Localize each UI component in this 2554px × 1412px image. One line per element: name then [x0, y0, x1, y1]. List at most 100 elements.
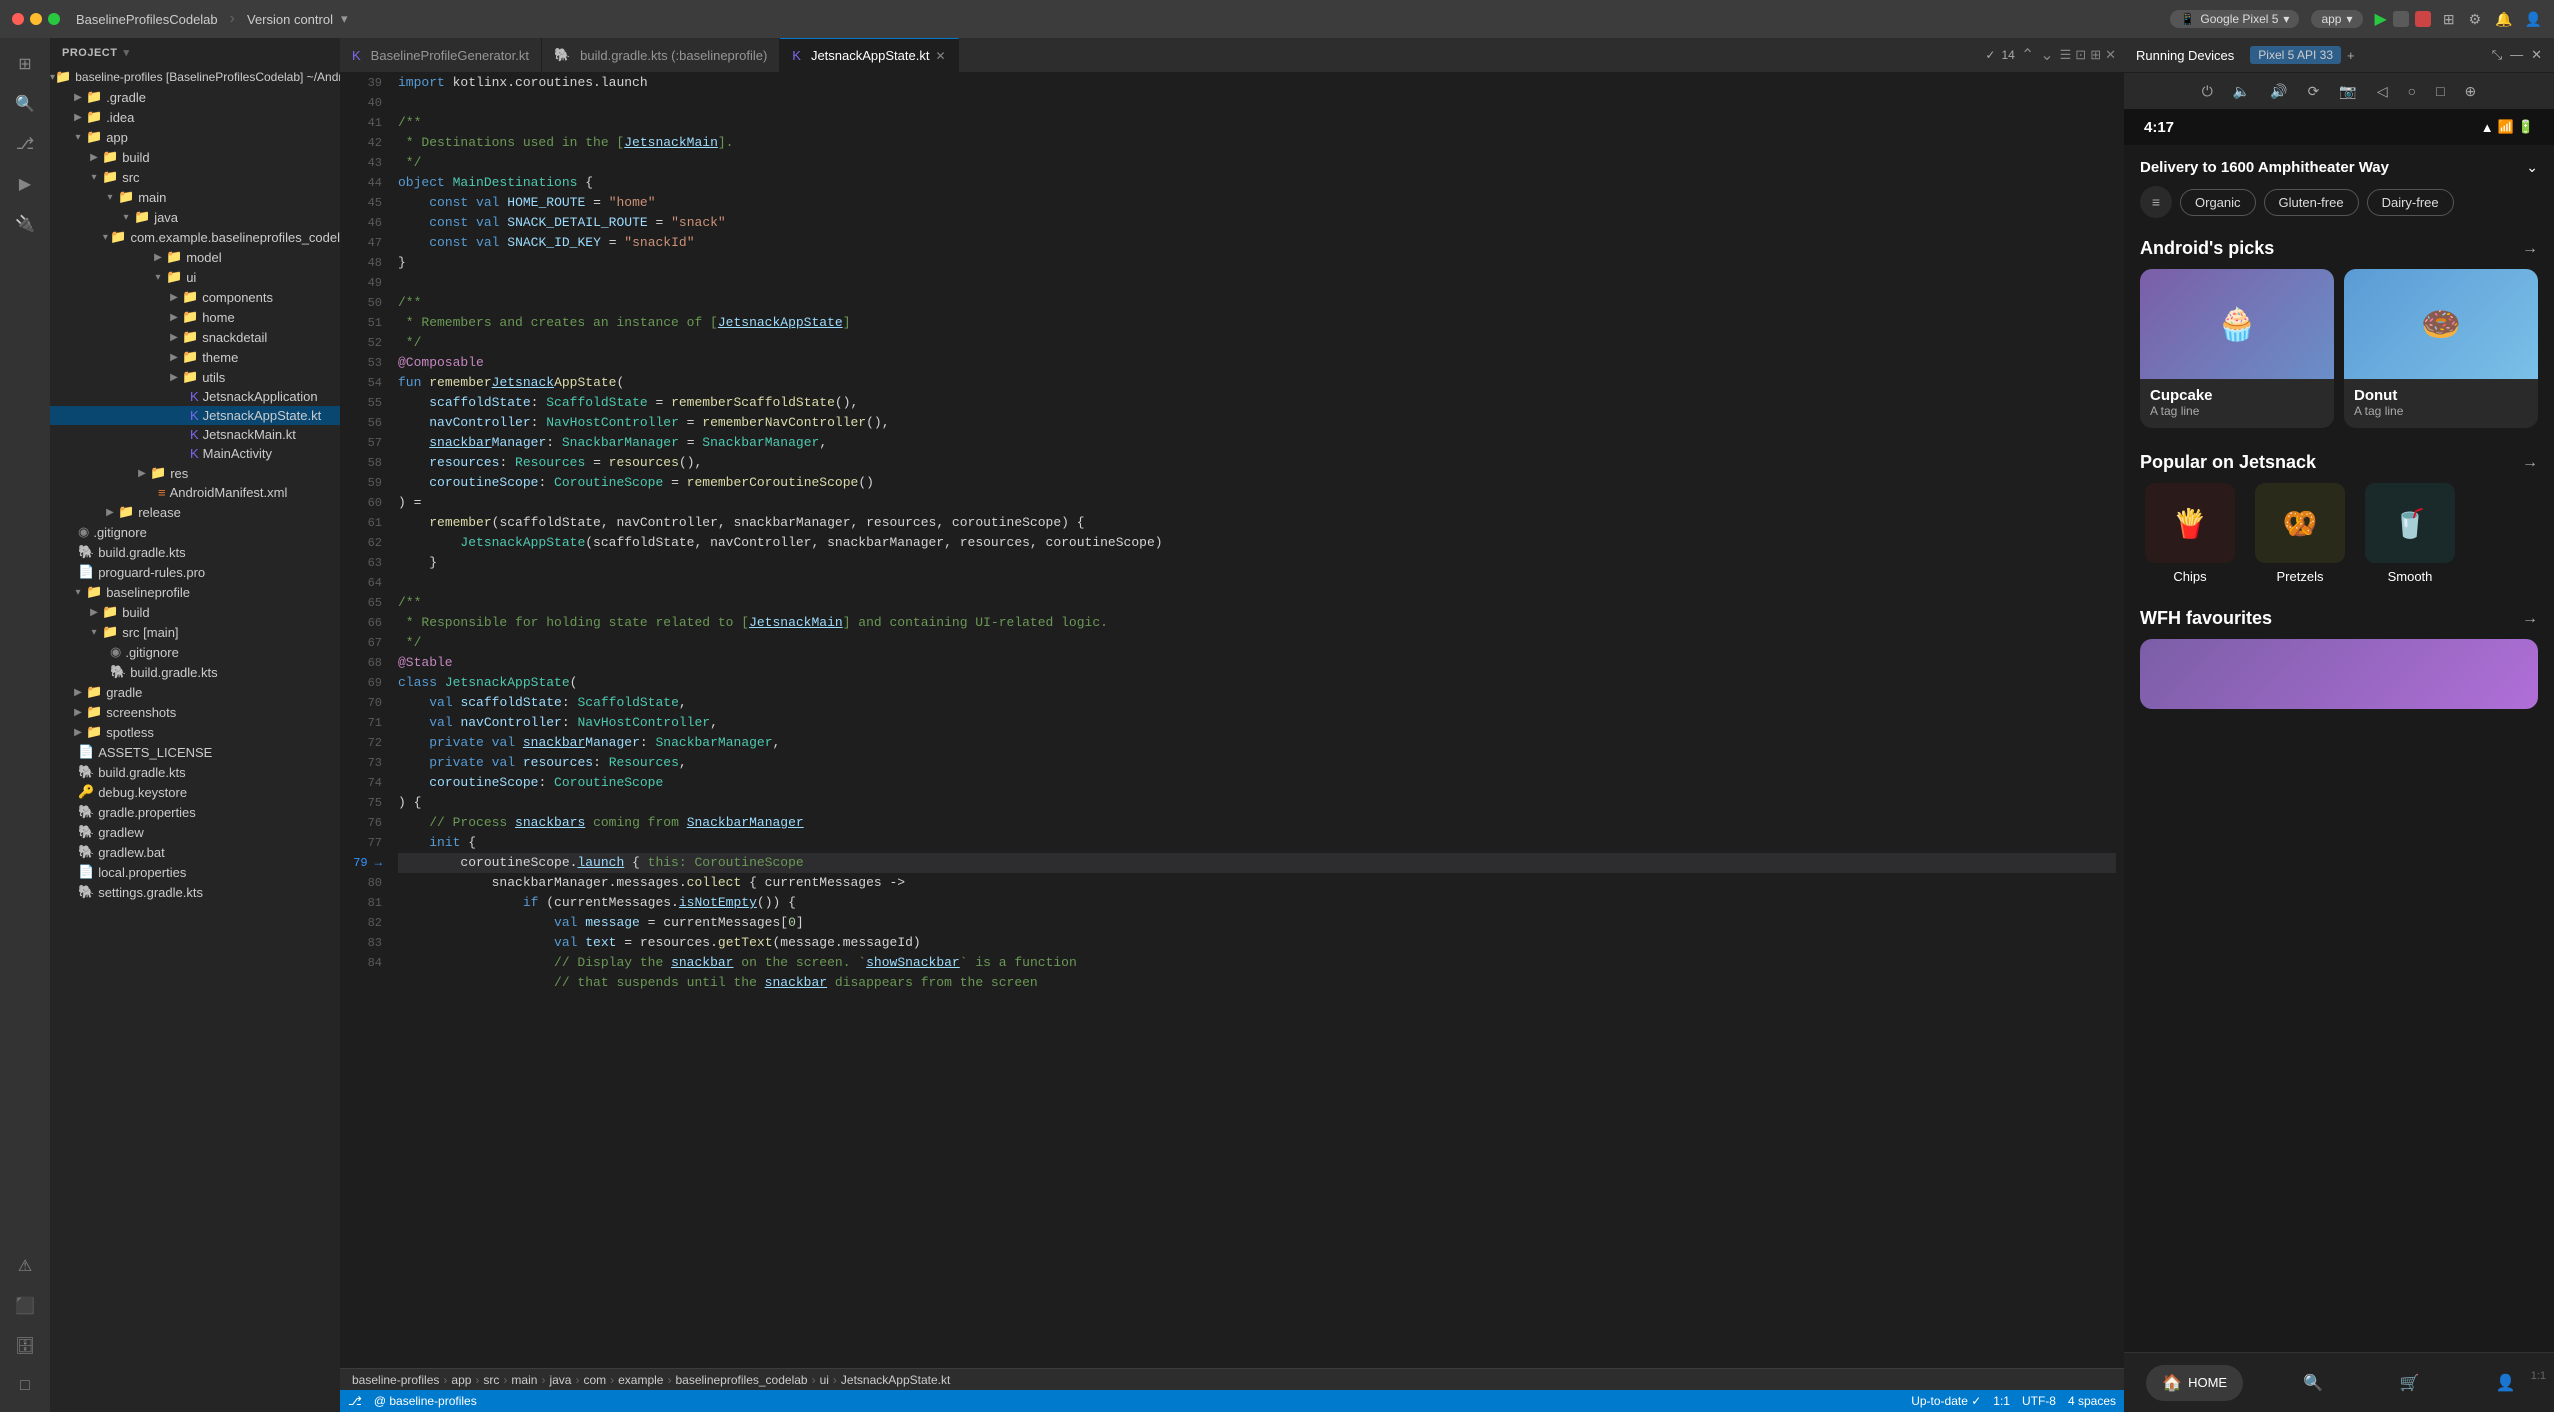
breadcrumb-item[interactable]: src: [483, 1373, 499, 1387]
tree-item-home[interactable]: ▶ 📁 home: [50, 307, 340, 327]
profile-nav-item[interactable]: 👤: [2480, 1365, 2532, 1401]
tree-item-baselineprofile-build[interactable]: ▶ 📁 build: [50, 602, 340, 622]
breadcrumb-item[interactable]: java: [549, 1373, 571, 1387]
volume-up-icon[interactable]: 🔊: [2266, 81, 2291, 102]
tree-root[interactable]: ▾ 📁 baseline-profiles [BaselineProfilesC…: [50, 67, 340, 87]
power-icon[interactable]: ⏻: [2198, 81, 2217, 102]
breadcrumb-item[interactable]: ui: [820, 1373, 829, 1387]
tree-item-gradleprops[interactable]: 🐘 gradle.properties: [50, 802, 340, 822]
close-button[interactable]: [12, 13, 24, 25]
tree-item-gradle-hidden[interactable]: ▶ 📁 .gradle: [50, 87, 340, 107]
add-device-icon[interactable]: +: [2347, 48, 2355, 63]
tree-item-utils[interactable]: ▶ 📁 utils: [50, 367, 340, 387]
tree-item-ui[interactable]: ▾ 📁 ui: [50, 267, 340, 287]
wfh-card-1[interactable]: [2140, 639, 2538, 709]
problems-icon[interactable]: ⚠: [7, 1248, 43, 1284]
minimize-button[interactable]: [30, 13, 42, 25]
tree-item-settings[interactable]: 🐘 settings.gradle.kts: [50, 882, 340, 902]
tree-item-proguard[interactable]: 📄 proguard-rules.pro: [50, 562, 340, 582]
volume-down-icon[interactable]: 🔈: [2229, 81, 2254, 102]
tree-item-assets[interactable]: 📄 ASSETS_LICENSE: [50, 742, 340, 762]
home-nav-icon[interactable]: ○: [2404, 81, 2420, 101]
tree-item-build[interactable]: ▶ 📁 build: [50, 147, 340, 167]
chevron-up-icon[interactable]: ⌃: [2021, 45, 2034, 65]
list-view-icon[interactable]: ☰: [2060, 47, 2072, 63]
dairyfree-chip[interactable]: Dairy-free: [2367, 189, 2454, 216]
grid-view-icon[interactable]: ⊞: [2090, 47, 2101, 63]
code-editor[interactable]: 39 40 41 42 43 44 45 46 47 48 49 50 51 5…: [340, 73, 2124, 1368]
search-nav-item[interactable]: 🔍: [2287, 1365, 2339, 1401]
breadcrumb-item[interactable]: JetsnackAppState.kt: [841, 1373, 950, 1387]
screenshot-icon[interactable]: 📷: [2335, 81, 2360, 102]
tree-item-rootgradle[interactable]: 🐘 build.gradle.kts: [50, 762, 340, 782]
tree-item-buildgradle[interactable]: 🐘 build.gradle.kts: [50, 542, 340, 562]
tree-item-jetsnackmain[interactable]: K JetsnackMain.kt: [50, 425, 340, 444]
chips-card[interactable]: 🍟 Chips: [2140, 483, 2240, 584]
git-icon[interactable]: ⎇: [7, 126, 43, 162]
tree-item-gradle[interactable]: ▶ 📁 gradle: [50, 682, 340, 702]
tree-item-com[interactable]: ▾ 📁 com.example.baselineprofiles_codel: [50, 227, 340, 247]
tree-item-java[interactable]: ▾ 📁 java: [50, 207, 340, 227]
breadcrumb-item[interactable]: baseline-profiles: [352, 1373, 439, 1387]
tab-baselineprofilegenerator[interactable]: K BaselineProfileGenerator.kt: [340, 38, 542, 72]
minimize-icon[interactable]: —: [2510, 47, 2523, 63]
cupcake-card[interactable]: 🧁 Cupcake A tag line: [2140, 269, 2334, 428]
close-icon[interactable]: ✕: [2531, 47, 2542, 63]
tree-item-gitignore2[interactable]: ◉ .gitignore: [50, 642, 340, 662]
tree-item-srcmain[interactable]: ▾ 📁 src [main]: [50, 622, 340, 642]
tree-item-snackdetail[interactable]: ▶ 📁 snackdetail: [50, 327, 340, 347]
layout-icon[interactable]: □: [7, 1368, 43, 1404]
window-controls[interactable]: [12, 13, 60, 25]
find-icon[interactable]: 🔍: [7, 86, 43, 122]
code-content[interactable]: import kotlinx.coroutines.launch /** * D…: [390, 73, 2124, 1368]
pretzels-card[interactable]: 🥨 Pretzels: [2250, 483, 2350, 584]
pixel5-tab[interactable]: Pixel 5 API 33: [2250, 46, 2341, 64]
maximize-button[interactable]: [48, 13, 60, 25]
line-col[interactable]: 1:1: [1993, 1394, 2010, 1408]
close-panel-icon[interactable]: ✕: [2105, 47, 2116, 63]
delivery-chevron[interactable]: ⌄: [2526, 159, 2538, 176]
tree-item-manifest[interactable]: ≡ AndroidManifest.xml: [50, 483, 340, 502]
device-selector[interactable]: 📱 Google Pixel 5 ▾: [2170, 10, 2299, 28]
tree-item-gradlew[interactable]: 🐘 gradlew: [50, 822, 340, 842]
popular-arrow[interactable]: →: [2522, 454, 2538, 472]
settings-icon[interactable]: ⚙: [2469, 11, 2482, 28]
branch-name[interactable]: @ baseline-profiles: [374, 1394, 477, 1408]
wfh-arrow[interactable]: →: [2522, 610, 2538, 628]
notifications-icon[interactable]: 🔔: [2495, 11, 2512, 28]
database-icon[interactable]: 🗄: [7, 1328, 43, 1364]
app-content[interactable]: Delivery to 1600 Amphitheater Way ⌄ ≡ Or…: [2124, 145, 2554, 1352]
tree-item-jetsnackappstate[interactable]: K JetsnackAppState.kt: [50, 406, 340, 425]
filter-icon[interactable]: ≡: [2140, 186, 2172, 218]
breadcrumb-item[interactable]: com: [583, 1373, 606, 1387]
tree-item-idea[interactable]: ▶ 📁 .idea: [50, 107, 340, 127]
tree-item-gitignore[interactable]: ◉ .gitignore: [50, 522, 340, 542]
tree-item-jetsnackapplication[interactable]: K JetsnackApplication: [50, 387, 340, 406]
home-nav-item[interactable]: 🏠 HOME: [2146, 1365, 2243, 1401]
tree-item-keystore[interactable]: 🔑 debug.keystore: [50, 782, 340, 802]
tree-item-localprops[interactable]: 📄 local.properties: [50, 862, 340, 882]
tree-item-spotless[interactable]: ▶ 📁 spotless: [50, 722, 340, 742]
organic-chip[interactable]: Organic: [2180, 189, 2256, 216]
run-debug-icon[interactable]: ▶: [7, 166, 43, 202]
tree-item-src[interactable]: ▾ 📁 src: [50, 167, 340, 187]
rotate-icon[interactable]: ⟳: [2304, 81, 2324, 102]
tree-item-gradlewbat[interactable]: 🐘 gradlew.bat: [50, 842, 340, 862]
profile-icon[interactable]: 👤: [2525, 11, 2542, 28]
tree-item-screenshots[interactable]: ▶ 📁 screenshots: [50, 702, 340, 722]
running-devices-tab[interactable]: Running Devices: [2136, 48, 2234, 63]
cart-nav-item[interactable]: 🛒: [2384, 1365, 2436, 1401]
app-selector[interactable]: app ▾: [2311, 10, 2362, 28]
zoom-icon[interactable]: ⊕: [2461, 81, 2481, 102]
stop-button[interactable]: [2415, 11, 2431, 27]
tree-item-mainactivity[interactable]: K MainActivity: [50, 444, 340, 463]
back-nav-icon[interactable]: ◁: [2373, 81, 2392, 102]
glutenfree-chip[interactable]: Gluten-free: [2264, 189, 2359, 216]
plugins-icon[interactable]: 🔌: [7, 206, 43, 242]
resize-icon[interactable]: ⤡: [2492, 47, 2502, 63]
run-controls[interactable]: ▶: [2375, 9, 2431, 29]
overview-icon[interactable]: □: [2432, 81, 2448, 101]
tree-item-components[interactable]: ▶ 📁 components: [50, 287, 340, 307]
tree-item-res[interactable]: ▶ 📁 res: [50, 463, 340, 483]
donut-card[interactable]: 🍩 Donut A tag line: [2344, 269, 2538, 428]
